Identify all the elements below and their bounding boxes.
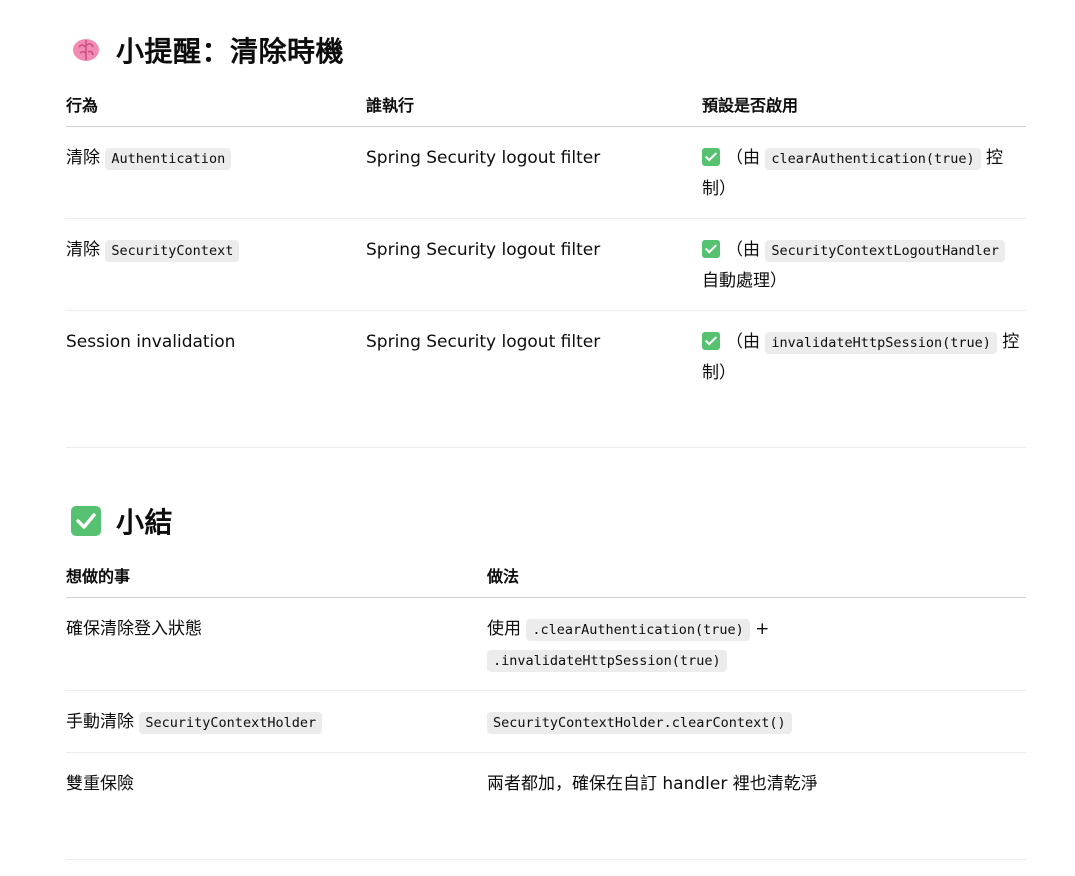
check-mark-icon	[70, 505, 102, 537]
executor-cell: Spring Security logout filter	[366, 332, 601, 352]
action-cell: Session invalidation	[66, 332, 236, 352]
table-row: Session invalidation Spring Security log…	[66, 311, 1026, 403]
column-header: 想做的事	[66, 557, 487, 598]
default-cell: （由 invalidateHttpSession(true) 控制）	[702, 332, 1020, 383]
table-row: 雙重保險 兩者都加，確保在自訂 handler 裡也清乾淨	[66, 753, 1026, 814]
action-cell: 清除 SecurityContext	[66, 218, 366, 311]
section-title: 小結	[116, 506, 174, 539]
inline-code: SecurityContextHolder.clearContext()	[487, 712, 792, 734]
column-header: 做法	[487, 557, 1026, 598]
summary-table: 想做的事 做法 確保清除登入狀態 使用 .clearAuthentication…	[66, 557, 1026, 813]
column-header: 行為	[66, 86, 366, 127]
table-row: 清除 Authentication Spring Security logout…	[66, 126, 1026, 219]
inline-code: SecurityContextHolder	[139, 712, 323, 734]
check-mark-icon	[702, 240, 720, 258]
inline-code: SecurityContext	[105, 240, 240, 262]
column-header: 預設是否啟用	[702, 86, 1026, 127]
method-cell: 使用 .clearAuthentication(true) + .invalid…	[487, 597, 1026, 691]
default-cell: （由 clearAuthentication(true) 控制）	[702, 126, 1026, 219]
table-row: 確保清除登入狀態 使用 .clearAuthentication(true) +…	[66, 597, 1026, 691]
inline-code: Authentication	[105, 148, 232, 170]
inline-code: .clearAuthentication(true)	[526, 619, 750, 641]
timing-table: 行為 誰執行 預設是否啟用 清除 Authentication Spring S…	[66, 86, 1026, 402]
section-divider	[66, 859, 1026, 860]
table-row: 清除 SecurityContext Spring Security logou…	[66, 218, 1026, 311]
table-row: 手動清除 SecurityContextHolder SecurityConte…	[66, 690, 1026, 753]
section-divider	[66, 447, 1026, 448]
executor-cell: Spring Security logout filter	[366, 218, 702, 311]
default-cell: （由 SecurityContextLogoutHandler 自動處理）	[702, 218, 1026, 311]
inline-code: .invalidateHttpSession(true)	[487, 650, 727, 672]
method-cell: 兩者都加，確保在自訂 handler 裡也清乾淨	[487, 774, 818, 794]
section-heading-reminder: 小提醒：清除時機	[66, 30, 344, 70]
goal-cell: 手動清除 SecurityContextHolder	[66, 690, 487, 753]
inline-code: invalidateHttpSession(true)	[765, 332, 997, 354]
executor-cell: Spring Security logout filter	[366, 126, 702, 219]
action-cell: 清除 Authentication	[66, 126, 366, 219]
column-header: 誰執行	[366, 86, 702, 127]
check-mark-icon	[702, 148, 720, 166]
goal-cell: 確保清除登入狀態	[66, 597, 487, 691]
table-header-row: 想做的事 做法	[66, 557, 1026, 598]
brain-icon	[70, 34, 102, 66]
method-cell: SecurityContextHolder.clearContext()	[487, 690, 1026, 753]
inline-code: SecurityContextLogoutHandler	[765, 240, 1005, 262]
check-mark-icon	[702, 332, 720, 350]
table-header-row: 行為 誰執行 預設是否啟用	[66, 86, 1026, 127]
inline-code: clearAuthentication(true)	[765, 148, 981, 170]
goal-cell: 雙重保險	[66, 774, 134, 794]
section-heading-summary: 小結	[66, 501, 173, 541]
section-title: 小提醒：清除時機	[116, 35, 345, 68]
